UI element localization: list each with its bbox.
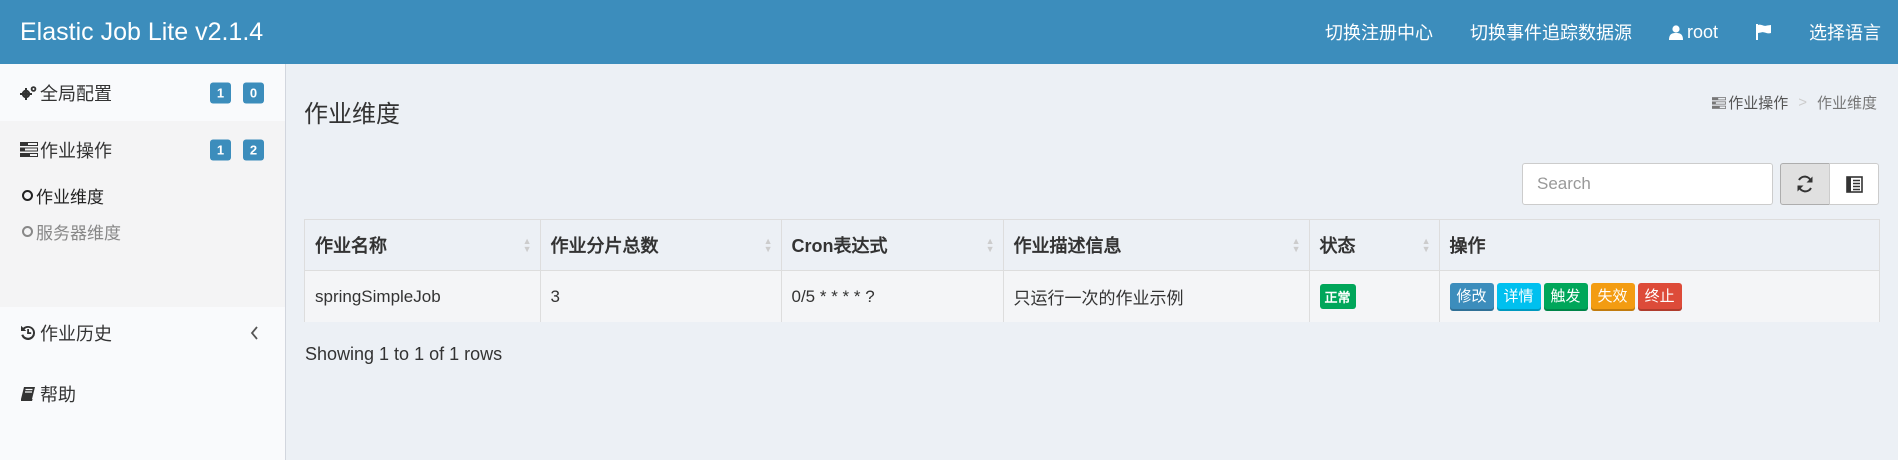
page-title: 作业维度: [304, 101, 400, 128]
sidebar-subitem-job-dimension[interactable]: 作业维度: [22, 180, 104, 210]
user-icon: [1668, 24, 1683, 40]
cell-job-name: springSimpleJob: [305, 270, 541, 322]
columns-icon: [1845, 175, 1863, 193]
sidebar-item-global-config[interactable]: 全局配置 1 0: [0, 64, 285, 121]
sort-icon: ▲ ▼: [522, 236, 532, 254]
sidebar-subitem-server-dimension[interactable]: 服务器维度: [22, 216, 121, 246]
tasks-icon: [20, 141, 40, 159]
column-header-label: 作业分片总数: [550, 236, 659, 256]
sidebar-item-help[interactable]: 帮助: [0, 368, 285, 420]
cell-status: 正常: [1309, 270, 1440, 322]
sidebar-item-job-operations[interactable]: 作业操作 1 2: [0, 121, 285, 178]
sidebar-item-label: 作业历史: [40, 324, 112, 344]
gears-icon: [20, 84, 40, 102]
sidebar-item-label: 全局配置: [40, 83, 112, 104]
sidebar-item-label: 作业操作: [40, 140, 112, 161]
sort-icon: ▲ ▼: [1421, 236, 1431, 254]
trigger-button[interactable]: 触发: [1543, 282, 1588, 311]
sort-icon: ▲ ▼: [763, 236, 773, 254]
modify-button[interactable]: 修改: [1449, 282, 1494, 311]
cell-cron: 0/5 * * * * ?: [781, 270, 1004, 322]
breadcrumb-parent-link[interactable]: 作业操作: [1728, 92, 1788, 113]
switch-registry-link[interactable]: 切换注册中心: [1325, 19, 1433, 45]
tasks-icon: [1712, 96, 1727, 109]
shutdown-button[interactable]: 终止: [1637, 282, 1682, 311]
user-name: root: [1686, 21, 1718, 42]
sidebar-item-label: 帮助: [40, 385, 76, 405]
disable-button[interactable]: 失效: [1590, 282, 1635, 311]
circle-icon: [22, 225, 33, 237]
column-header-cron[interactable]: Cron表达式 ▲ ▼: [781, 220, 1004, 271]
table-row: springSimpleJob 3 0/5 * * * * ? 只运行一次的作业…: [305, 270, 1879, 322]
breadcrumb: 作业操作 > 作业维度: [1712, 92, 1877, 113]
column-header-actions: 操作: [1439, 220, 1879, 271]
sidebar-subitem-label: 服务器维度: [36, 223, 121, 243]
column-header-label: 状态: [1319, 236, 1356, 256]
breadcrumb-separator: >: [1798, 94, 1807, 111]
cell-description: 只运行一次的作业示例: [1003, 270, 1310, 322]
column-header-label: 作业名称: [315, 236, 387, 256]
top-nav-menu: 切换注册中心 切换事件追踪数据源 root 选择语言: [1288, 0, 1881, 64]
cell-actions: 修改 详情 触发 失效 终止: [1439, 270, 1879, 322]
top-navbar: Elastic Job Lite v2.1.4 切换注册中心 切换事件追踪数据源…: [0, 0, 1898, 64]
switch-event-source-link[interactable]: 切换事件追踪数据源: [1470, 19, 1632, 45]
sidebar: 全局配置 1 0 作业操作 1 2 作业维度 服务器维度 作业历史 帮助: [0, 64, 286, 460]
pagination-info: Showing 1 to 1 of 1 rows: [305, 344, 503, 364]
refresh-button[interactable]: [1780, 163, 1830, 205]
jobs-table: 作业名称 ▲ ▼ 作业分片总数 ▲ ▼ Cron表达式 ▲ ▼ 作业描述信息 ▲ ▼ 状态 ▲ ▼ …: [304, 219, 1880, 322]
sidebar-item-job-history[interactable]: 作业历史: [0, 307, 285, 359]
flag-icon: [1756, 24, 1771, 40]
column-header-label: 作业描述信息: [1013, 236, 1122, 256]
search-input[interactable]: [1522, 163, 1773, 205]
refresh-icon: [1797, 175, 1813, 193]
status-badge: 正常: [1319, 284, 1356, 309]
user-menu[interactable]: root: [1668, 21, 1718, 43]
history-icon: [20, 324, 40, 342]
circle-icon: [22, 189, 33, 201]
detail-button[interactable]: 详情: [1496, 282, 1541, 311]
sort-icon: ▲ ▼: [1291, 236, 1301, 254]
count-badge: 2: [243, 139, 264, 160]
book-icon: [20, 385, 40, 403]
count-badge: 1: [210, 139, 231, 160]
column-header-shards[interactable]: 作业分片总数 ▲ ▼: [540, 220, 782, 271]
cell-shards: 3: [540, 270, 782, 322]
app-brand[interactable]: Elastic Job Lite v2.1.4: [20, 0, 263, 64]
flag-button[interactable]: [1755, 24, 1772, 40]
select-language-link[interactable]: 选择语言: [1809, 19, 1881, 45]
column-header-label: Cron表达式: [791, 236, 888, 256]
count-badge: 1: [210, 82, 231, 103]
column-header-description[interactable]: 作业描述信息 ▲ ▼: [1003, 220, 1310, 271]
count-badge: 0: [243, 82, 264, 103]
table-header-row: 作业名称 ▲ ▼ 作业分片总数 ▲ ▼ Cron表达式 ▲ ▼ 作业描述信息 ▲ ▼ 状态 ▲ ▼ …: [305, 220, 1879, 271]
column-header-label: 操作: [1449, 236, 1486, 256]
column-header-job-name[interactable]: 作业名称 ▲ ▼: [305, 220, 541, 271]
columns-toggle-button[interactable]: [1829, 163, 1879, 205]
sort-icon: ▲ ▼: [985, 236, 995, 254]
sidebar-subitem-label: 作业维度: [36, 187, 104, 207]
breadcrumb-current: 作业维度: [1816, 95, 1877, 112]
chevron-left-icon: [250, 326, 259, 340]
column-header-status[interactable]: 状态 ▲ ▼: [1309, 220, 1440, 271]
